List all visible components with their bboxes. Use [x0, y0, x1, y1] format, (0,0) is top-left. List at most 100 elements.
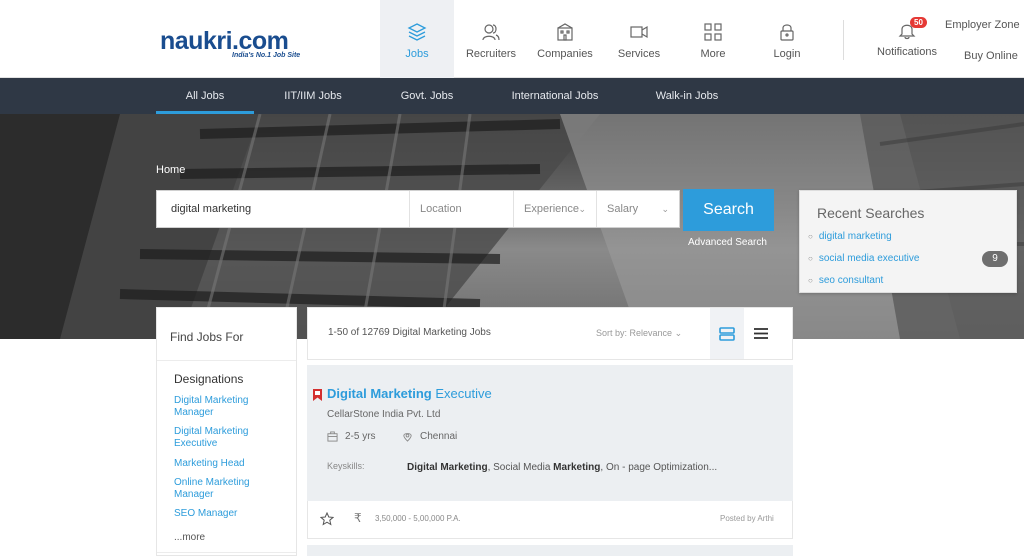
nav-more[interactable]: More [676, 0, 750, 78]
buy-online-link[interactable]: Buy Online [964, 50, 1018, 62]
next-job-card[interactable] [307, 545, 793, 556]
logo-brand: naukri.com [160, 27, 289, 55]
notifications[interactable]: 50 Notifications [870, 17, 944, 58]
keyskill: Digital Marketing [407, 462, 488, 473]
search-bar: digital marketing Location Experience ⌄ … [156, 190, 680, 228]
designation-link[interactable]: Online Marketing Manager [174, 477, 284, 501]
keyskills-text: Digital Marketing, Social Media Marketin… [407, 461, 725, 475]
sort-label: Sort by: Relevance [596, 328, 673, 338]
recent-search-count-badge: 9 [982, 251, 1008, 267]
keyskills-label: Keyskills: [327, 461, 365, 471]
employer-zone-link[interactable]: Employer Zone [945, 19, 1020, 31]
card-view-toggle[interactable] [710, 308, 744, 359]
grid-icon [704, 23, 722, 41]
rupee-icon: ₹ [354, 511, 362, 525]
designation-link[interactable]: Digital Marketing Manager [174, 395, 284, 419]
experience-placeholder: Experience [524, 203, 580, 215]
main-nav: Jobs Recruiters Companies Services More … [380, 0, 824, 78]
salary-value: 3,50,000 - 5,00,000 P.A. [375, 514, 461, 523]
keyword-input[interactable]: digital marketing [157, 191, 410, 227]
top-header: naukri.com India's No.1 Job Site Jobs Re… [0, 0, 1024, 78]
sort-dropdown[interactable]: Sort by: Relevance ⌄ [596, 328, 682, 339]
salary-select[interactable]: Salary ⌄ [597, 191, 679, 227]
divider [157, 360, 296, 361]
more-designations-link[interactable]: ...more [174, 532, 205, 543]
recent-searches-panel: Recent Searches ○ digital marketing ○ soci… [799, 190, 1017, 293]
keyskill-sep: , On - page Optimization... [600, 462, 718, 473]
nav-recruiters[interactable]: Recruiters [454, 0, 528, 78]
job-title-rest: Executive [431, 386, 492, 401]
experience-value: 2-5 yrs [345, 431, 376, 442]
job-title[interactable]: Digital Marketing Executive [327, 386, 492, 401]
nav-services[interactable]: Services [602, 0, 676, 78]
advanced-search-link[interactable]: Advanced Search [688, 237, 767, 248]
logo-tagline: India's No.1 Job Site [232, 52, 301, 59]
nav-services-label: Services [617, 48, 661, 60]
tab-iit-iim-jobs[interactable]: IIT/IIM Jobs [270, 78, 356, 114]
header-divider [843, 20, 844, 60]
list-view-icon [754, 328, 768, 339]
users-icon [482, 24, 500, 41]
nav-jobs[interactable]: Jobs [380, 0, 454, 78]
recent-searches-title: Recent Searches [817, 205, 925, 221]
briefcase-icon [327, 431, 338, 442]
job-category-nav: All Jobs IIT/IIM Jobs Govt. Jobs Interna… [0, 78, 1024, 114]
company-name[interactable]: CellarStone India Pvt. Ltd [327, 409, 440, 420]
recent-search-item[interactable]: ○ seo consultant [808, 275, 883, 286]
video-icon [630, 25, 648, 39]
bookmark-flag-icon [313, 389, 322, 401]
breadcrumb[interactable]: Home [156, 164, 185, 176]
card-view-icon [719, 326, 735, 341]
posted-by: Posted by Arthi [720, 514, 774, 523]
results-header: 1-50 of 12769 Digital Marketing Jobs Sor… [307, 307, 793, 360]
notification-count-badge: 50 [910, 17, 927, 28]
keyskill-sep: , Social Media [487, 462, 554, 473]
nav-recruiters-label: Recruiters [465, 48, 517, 60]
chevron-down-icon: ⌄ [661, 204, 669, 214]
location-info: Chennai [402, 431, 457, 442]
tab-govt-jobs[interactable]: Govt. Jobs [390, 78, 464, 114]
designation-link[interactable]: Digital Marketing Executive [174, 426, 284, 450]
nav-companies[interactable]: Companies [528, 0, 602, 78]
naukri-logo[interactable]: naukri.com India's No.1 Job Site [160, 28, 320, 62]
job-card[interactable]: Digital Marketing Executive CellarStone … [307, 365, 793, 501]
find-jobs-sidebar: Find Jobs For Designations Digital Marke… [156, 307, 297, 556]
list-view-toggle[interactable] [744, 308, 778, 359]
star-icon[interactable] [320, 512, 334, 526]
nav-companies-label: Companies [537, 48, 593, 60]
keyskill: Marketing [553, 462, 601, 473]
recent-search-label: social media executive [818, 253, 920, 264]
layers-icon [407, 23, 427, 41]
nav-login-label: Login [773, 48, 801, 60]
divider [157, 552, 296, 553]
designation-link[interactable]: SEO Manager [174, 508, 284, 520]
search-button[interactable]: Search [683, 189, 774, 231]
designations-heading: Designations [174, 372, 244, 386]
find-jobs-title: Find Jobs For [170, 330, 244, 344]
tab-all-jobs[interactable]: All Jobs [156, 78, 254, 114]
nav-more-label: More [700, 48, 726, 60]
building-icon [557, 23, 573, 41]
results-count: 1-50 of 12769 Digital Marketing Jobs [328, 327, 491, 338]
lock-icon [780, 24, 794, 41]
job-title-highlight: Digital Marketing [327, 386, 432, 401]
location-input[interactable]: Location [410, 191, 514, 227]
notifications-label: Notifications [877, 46, 937, 58]
recent-search-item[interactable]: ○ social media executive [808, 253, 919, 264]
chevron-down-icon: ⌄ [674, 328, 683, 338]
tab-international-jobs[interactable]: International Jobs [505, 78, 605, 114]
nav-login[interactable]: Login [750, 0, 824, 78]
recent-search-item[interactable]: ○ digital marketing [808, 231, 892, 242]
job-card-footer: ₹ 3,50,000 - 5,00,000 P.A. Posted by Art… [307, 501, 793, 539]
recent-search-label: digital marketing [818, 231, 892, 242]
tab-walkin-jobs[interactable]: Walk-in Jobs [648, 78, 726, 114]
location-value: Chennai [420, 431, 458, 442]
salary-placeholder: Salary [607, 203, 639, 215]
designation-link[interactable]: Marketing Head [174, 458, 284, 470]
experience-info: 2-5 yrs [327, 431, 376, 442]
nav-jobs-label: Jobs [405, 48, 429, 60]
chevron-down-icon: ⌄ [578, 204, 586, 214]
recent-search-label: seo consultant [818, 275, 884, 286]
location-pin-icon [403, 433, 412, 442]
experience-select[interactable]: Experience ⌄ [514, 191, 597, 227]
